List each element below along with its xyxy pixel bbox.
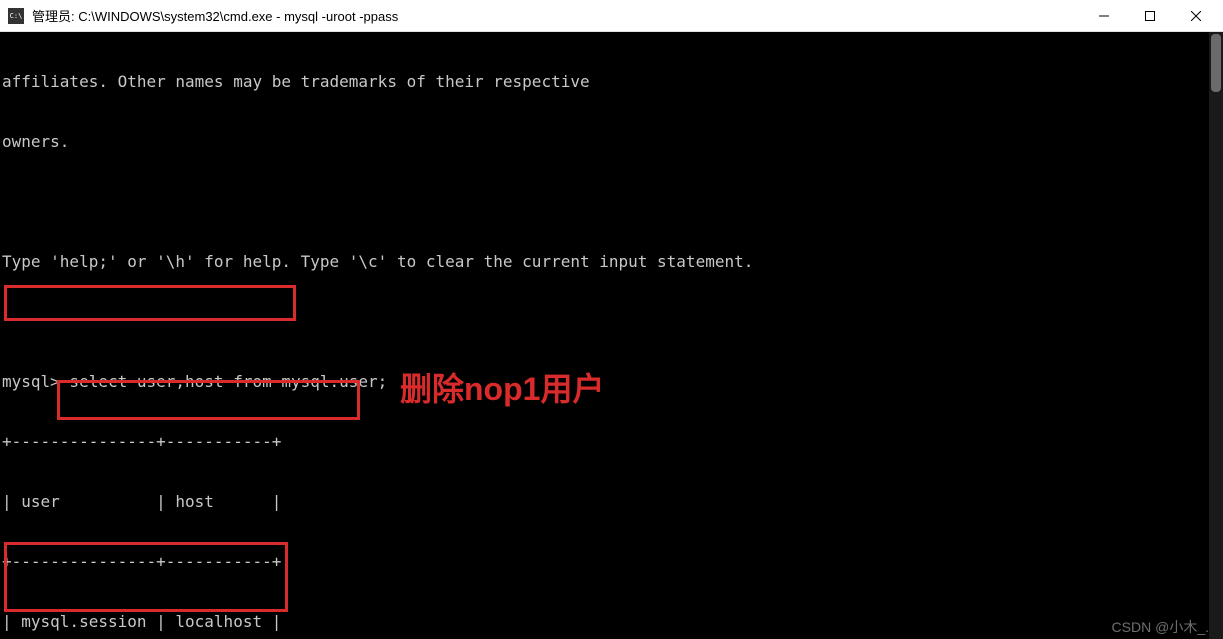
cmd-window: 管理员: C:\WINDOWS\system32\cmd.exe - mysql… (0, 0, 1223, 639)
terminal-content: affiliates. Other names may be trademark… (2, 32, 1211, 639)
terminal-line: Type 'help;' or '\h' for help. Type '\c'… (2, 252, 1211, 272)
terminal-line (2, 192, 1211, 212)
minimize-button[interactable] (1081, 0, 1127, 32)
window-title: 管理员: C:\WINDOWS\system32\cmd.exe - mysql… (32, 6, 1081, 25)
terminal-line: mysql> select user,host from mysql.user; (2, 372, 1211, 392)
terminal-line (2, 312, 1211, 332)
minimize-icon (1099, 11, 1109, 21)
terminal-line: owners. (2, 132, 1211, 152)
terminal-line: +---------------+-----------+ (2, 432, 1211, 452)
terminal-line: | mysql.session | localhost | (2, 612, 1211, 632)
terminal-line: +---------------+-----------+ (2, 552, 1211, 572)
terminal-line: | user | host | (2, 492, 1211, 512)
window-controls (1081, 0, 1219, 31)
titlebar[interactable]: 管理员: C:\WINDOWS\system32\cmd.exe - mysql… (0, 0, 1223, 32)
close-icon (1191, 11, 1201, 21)
watermark: CSDN @小木_. (1112, 617, 1209, 637)
terminal-area[interactable]: affiliates. Other names may be trademark… (0, 32, 1223, 639)
terminal-line: affiliates. Other names may be trademark… (2, 72, 1211, 92)
close-button[interactable] (1173, 0, 1219, 32)
cmd-icon (8, 8, 24, 24)
scrollbar[interactable] (1209, 32, 1223, 639)
annotation-text: 删除nop1用户 (400, 379, 604, 399)
scrollbar-thumb[interactable] (1211, 34, 1221, 92)
maximize-icon (1145, 11, 1155, 21)
maximize-button[interactable] (1127, 0, 1173, 32)
